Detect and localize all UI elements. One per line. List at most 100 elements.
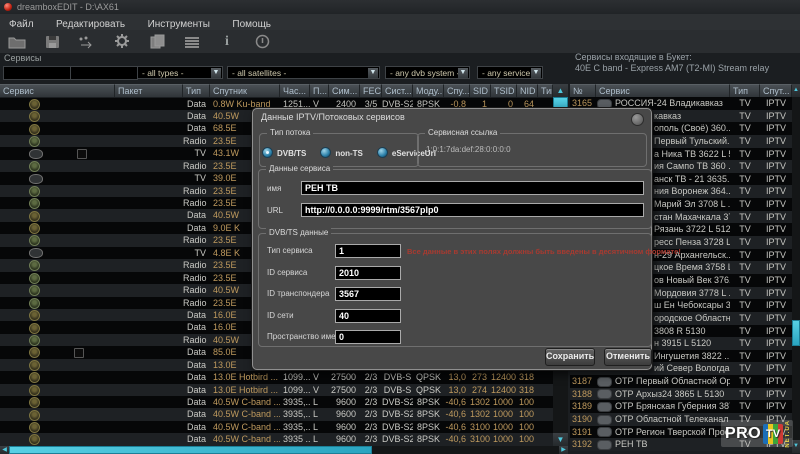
right-vertical-scrollbar[interactable] (792, 97, 800, 440)
url-field[interactable] (301, 203, 644, 217)
service-type-icon (29, 372, 40, 383)
field-input-3[interactable] (335, 309, 401, 323)
table-row[interactable]: Data13.0E Hotbird ...1099...V275002/3DVB… (0, 384, 553, 396)
about-icon[interactable] (251, 33, 273, 50)
column-header-Тип[interactable]: Тип (730, 84, 760, 97)
column-header-Спут...[interactable]: Спут... (760, 84, 792, 97)
name-field[interactable] (301, 181, 644, 195)
window-title: dreamboxEDIT - D:\AX61 (17, 0, 119, 14)
list-icon[interactable] (181, 33, 203, 50)
field-label-3: ID сети (267, 311, 294, 320)
table-row[interactable]: Data40.5W C-band ...3935,...L96002/3DVB-… (0, 396, 553, 408)
radio-label: non-TS (335, 149, 363, 158)
open-folder-icon[interactable] (6, 33, 28, 50)
bouquet-name: 40E C band - Express AM7 (T2-MI) Stream … (575, 63, 769, 73)
left-horizontal-scrollbar[interactable]: ◀ ▶ (0, 446, 568, 454)
left-scroll-up-icon[interactable]: ▲ (553, 84, 568, 97)
radio-label: DVB/TS (277, 149, 306, 158)
column-header-1[interactable]: Пакет (115, 84, 183, 97)
service-type-icon (29, 260, 40, 271)
service-type-icon (29, 410, 40, 421)
radio-icon[interactable] (262, 147, 273, 158)
satellites-dropdown-value: - all satellites - (232, 68, 286, 78)
left-scroll-down-icon[interactable]: ▼ (553, 433, 568, 446)
service-type-icon (29, 298, 40, 309)
bouquet-row[interactable]: 3188ОТР Архыз24 3865 L 5130TVIPTV (570, 388, 792, 401)
types-dropdown[interactable]: - all types - ▼ (137, 66, 223, 79)
right-vertical-scroll-thumb[interactable] (792, 320, 800, 346)
column-header-8[interactable]: Сист... (382, 84, 413, 97)
field-input-0[interactable] (335, 244, 401, 258)
service-type-icon (29, 186, 40, 197)
column-header-13[interactable]: NID (517, 84, 538, 97)
service-type-icon (29, 99, 40, 110)
dvb-system-dropdown-value: - any dvb system - (390, 68, 459, 78)
column-header-0[interactable]: Сервис (0, 84, 115, 97)
column-header-12[interactable]: TSID (491, 84, 517, 97)
services-panel-label: Сервисы (4, 53, 41, 63)
copy-icon[interactable] (146, 33, 168, 50)
name-label: имя (267, 184, 281, 193)
table-row[interactable]: Data40.5W C-band ...3935,...L96002/3DVB-… (0, 408, 553, 420)
title-bar: dreamboxEDIT - D:\AX61 (0, 0, 800, 14)
chevron-down-icon[interactable]: ▼ (531, 68, 541, 78)
iptv-dialog: Данные IPTV/Потоковых сервисов Тип поток… (252, 108, 652, 370)
dvbts-data-group: DVB/TS данные Тип сервисаID сервисаID тр… (258, 233, 652, 347)
chevron-down-icon[interactable]: ▼ (211, 68, 221, 78)
column-header-4[interactable]: Час... (280, 84, 310, 97)
column-header-№[interactable]: № (570, 84, 596, 97)
chevron-down-icon[interactable]: ▼ (458, 68, 468, 78)
stream-type-option-non-TS[interactable]: non-TS (320, 143, 363, 160)
save-button[interactable]: Сохранить (545, 348, 595, 366)
service-type-icon (29, 124, 40, 135)
table-row[interactable]: Data13.0E Hotbird ...1099...V275002/3DVB… (0, 371, 553, 383)
transfer-icon[interactable] (76, 33, 98, 50)
service-type-icon (29, 360, 40, 371)
scroll-left-icon[interactable]: ◀ (0, 446, 9, 454)
right-scroll-down-icon[interactable]: ▼ (792, 440, 800, 453)
chevron-down-icon[interactable]: ▼ (368, 68, 378, 78)
column-header-2[interactable]: Тип (183, 84, 210, 97)
column-header-10[interactable]: Спу... (444, 84, 470, 97)
column-header-6[interactable]: Сим... (329, 84, 360, 97)
service-type-icon (29, 310, 40, 321)
service-type-dropdown[interactable]: - any service - ▼ (477, 66, 543, 79)
service-type-icon (29, 223, 40, 234)
save-icon[interactable] (41, 33, 63, 50)
close-icon[interactable] (631, 113, 644, 126)
column-header-Сервис[interactable]: Сервис (596, 84, 730, 97)
radio-icon[interactable] (377, 147, 388, 158)
service-type-icon (29, 136, 40, 147)
column-header-9[interactable]: Моду... (413, 84, 444, 97)
service-filter-input[interactable] (3, 66, 71, 80)
settings-gear-icon[interactable] (111, 33, 133, 50)
bouquet-row[interactable]: 3189ОТР Брянская Губерния 387...TVIPTV (570, 400, 792, 413)
service-type-icon (29, 235, 40, 246)
cancel-button[interactable]: Отменить (604, 348, 652, 366)
service-type-icon (29, 149, 43, 159)
horizontal-scroll-thumb[interactable] (9, 446, 372, 454)
column-header-3[interactable]: Спутник (210, 84, 280, 97)
satellites-dropdown[interactable]: - all satellites - ▼ (227, 66, 380, 79)
field-input-2[interactable] (335, 287, 401, 301)
info-icon[interactable]: i (216, 33, 238, 50)
column-header-7[interactable]: FEC (360, 84, 382, 97)
table-row[interactable]: Data40.5W C-band ...3935 ...L96002/3DVB-… (0, 433, 553, 445)
types-dropdown-value: - all types - (142, 68, 184, 78)
service-link-group: Сервисная ссылка 1:0:1:7da:def:28:0:0:0:… (417, 133, 647, 167)
stream-type-option-DVB/TS[interactable]: DVB/TS (262, 143, 306, 160)
field-input-4[interactable] (335, 330, 401, 344)
column-header-11[interactable]: SID (470, 84, 491, 97)
bouquet-row[interactable]: 3187ОТР Первый Областной Ор...TVIPTV (570, 375, 792, 388)
scroll-right-icon[interactable]: ▶ (559, 446, 568, 454)
column-header-14[interactable]: Тип (538, 84, 553, 97)
radio-icon[interactable] (320, 147, 331, 158)
table-row[interactable]: Data40.5W C-band ...3935,...L96002/3DVB-… (0, 421, 553, 433)
column-header-5[interactable]: П... (310, 84, 329, 97)
right-scroll-up-icon[interactable]: ▲ (792, 84, 800, 97)
dvbts-data-label: DVB/TS данные (266, 228, 331, 238)
service-type-icon (29, 434, 40, 445)
field-input-1[interactable] (335, 266, 401, 280)
dvb-system-dropdown[interactable]: - any dvb system - ▼ (385, 66, 470, 79)
package-filter-input[interactable] (70, 66, 138, 80)
